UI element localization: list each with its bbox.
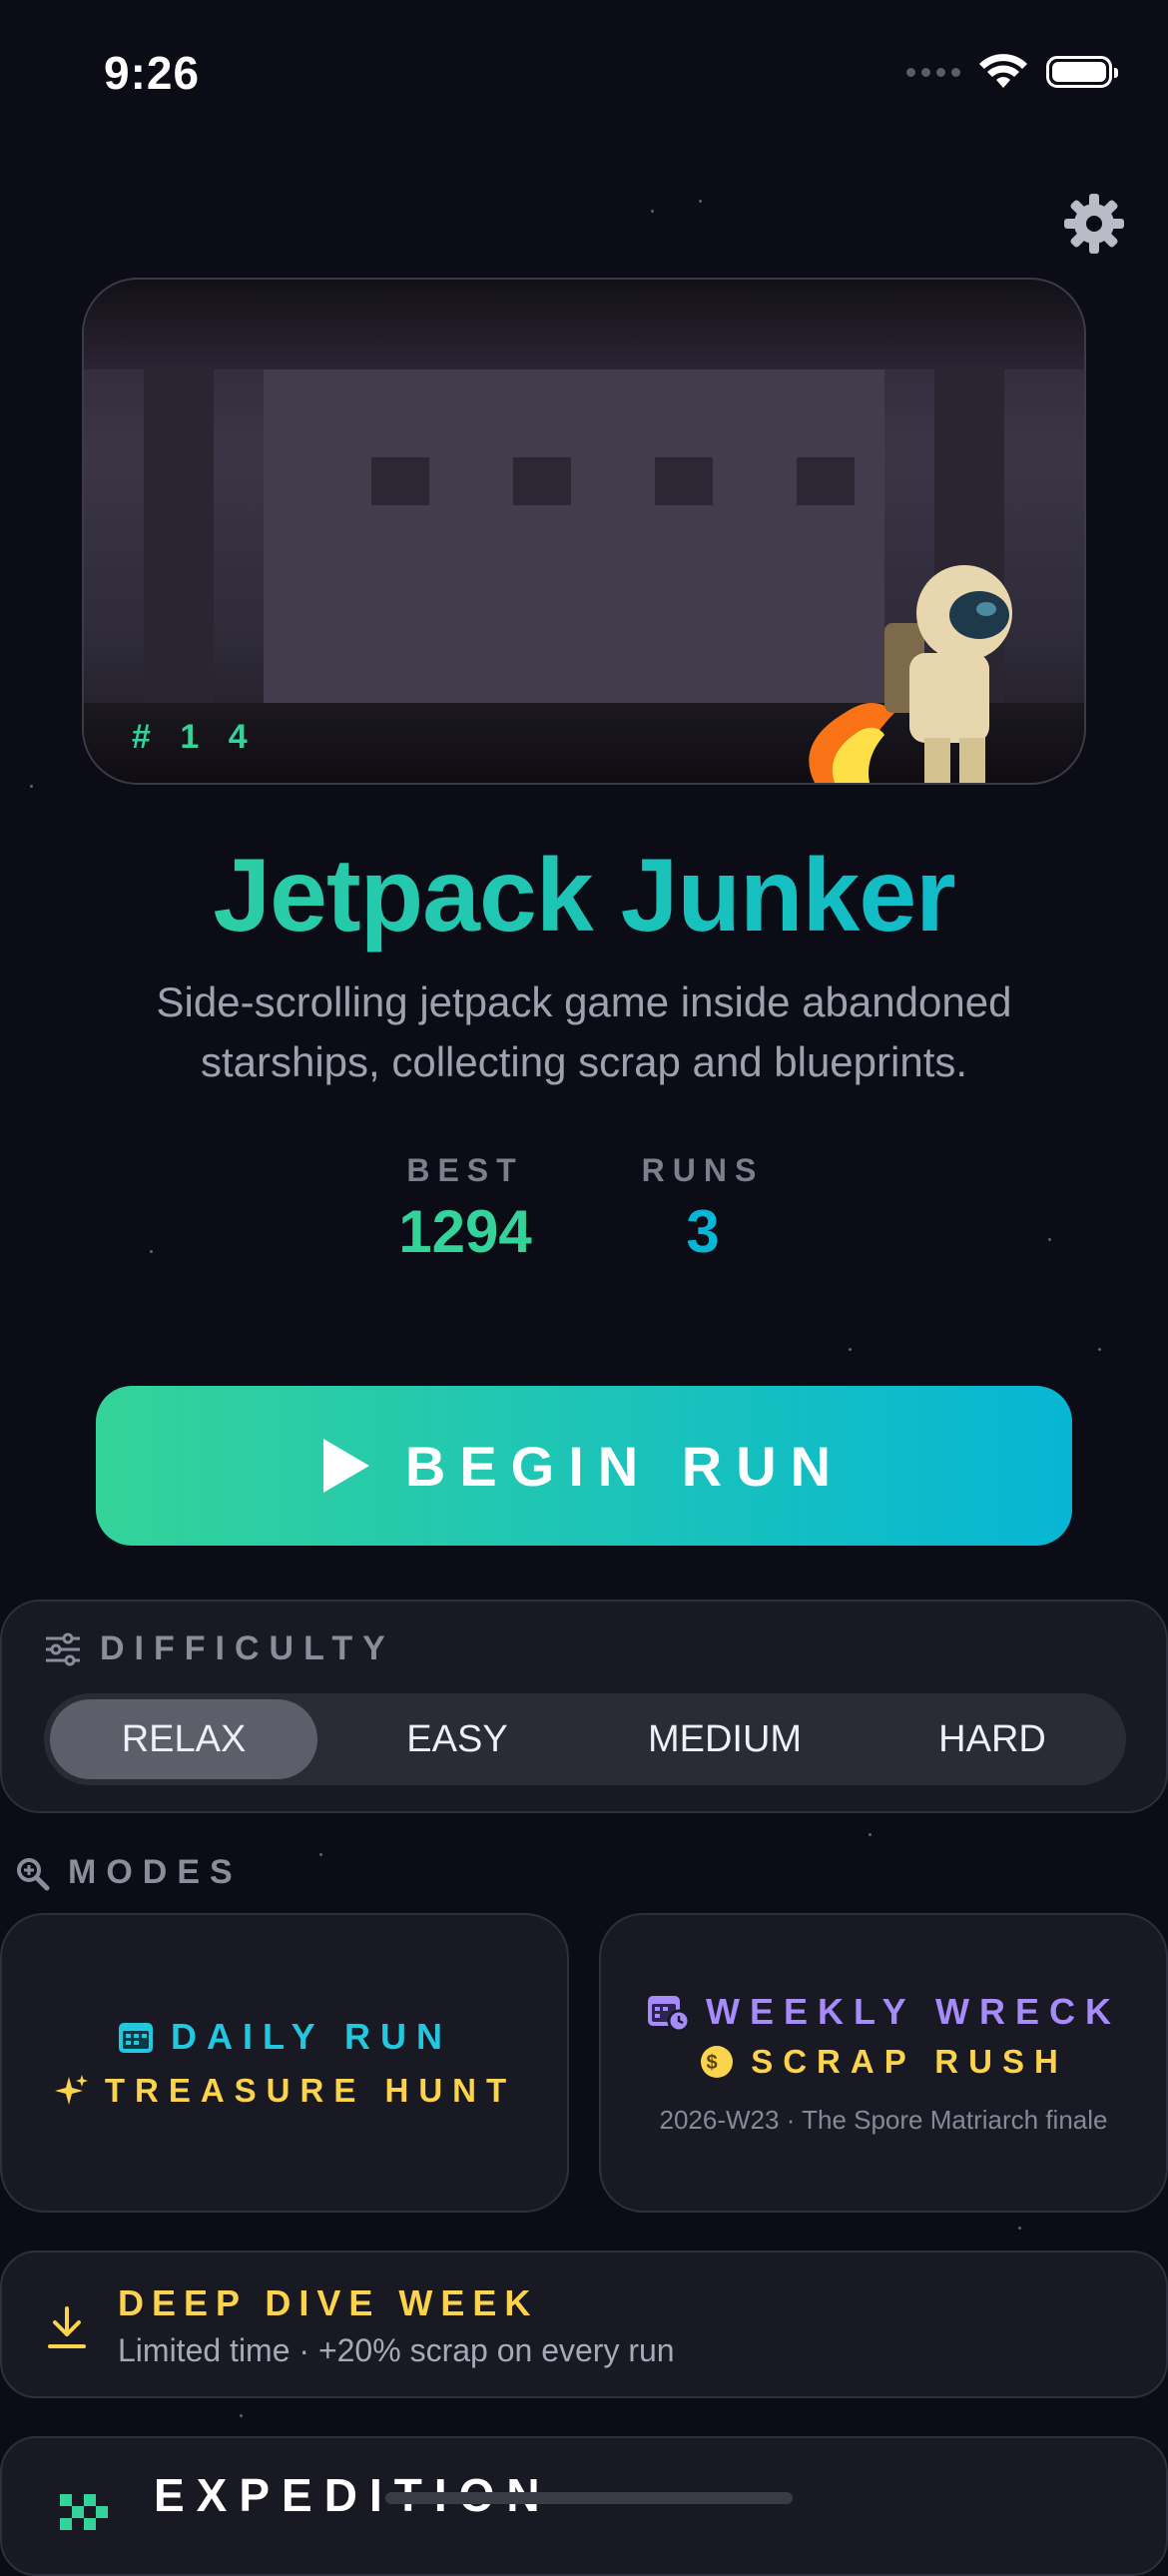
- battery-icon: [1046, 56, 1118, 88]
- best-label: BEST: [406, 1152, 524, 1188]
- level-tag: # 1 4: [132, 718, 258, 756]
- weekly-wreck-label: WEEKLY WRECK: [705, 1990, 1122, 2032]
- runs-label: RUNS: [641, 1152, 765, 1188]
- expedition-card[interactable]: EXPEDITION: [0, 2436, 1168, 2576]
- weekly-wreck-line: WEEKLY WRECK: [601, 1991, 1166, 2033]
- runs-value: 3: [686, 1198, 720, 1265]
- modes-heading: MODES: [14, 1853, 243, 1892]
- difficulty-option-medium[interactable]: MEDIUM: [591, 1693, 859, 1785]
- wifi-icon: [979, 54, 1027, 88]
- deep-dive-title: DEEP DIVE WEEK: [118, 2282, 539, 2323]
- difficulty-option-relax[interactable]: RELAX: [50, 1699, 317, 1779]
- game-hero-artwork: # 1 4: [82, 278, 1086, 785]
- play-icon: [322, 1439, 369, 1493]
- game-subtitle: Side-scrolling jetpack game inside aband…: [156, 978, 1012, 1085]
- begin-run-button[interactable]: BEGIN RUN: [96, 1386, 1072, 1546]
- coin-icon: $: [701, 2045, 734, 2078]
- signal-icon: [906, 67, 960, 77]
- difficulty-option-easy[interactable]: EASY: [323, 1693, 591, 1785]
- best-value: 1294: [398, 1198, 532, 1265]
- daily-run-label: DAILY RUN: [170, 2016, 453, 2057]
- astronaut-jetpack-sprite: [809, 565, 1012, 783]
- scrap-rush-label: SCRAP RUSH: [751, 2042, 1068, 2080]
- daily-run-card[interactable]: DAILY RUN TREASURE HUNT: [0, 1913, 569, 2213]
- game-title: Jetpack Junker: [0, 837, 1168, 956]
- runs-stat: RUNS 3: [633, 1152, 773, 1266]
- status-indicators: [906, 54, 1118, 90]
- checkered-flag-icon: [60, 2494, 108, 2530]
- weekly-wreck-subtitle: 2026-W23 · The Spore Matriarch finale: [659, 2104, 1108, 2135]
- difficulty-panel: DIFFICULTY RELAX EASY MEDIUM HARD: [0, 1600, 1168, 1813]
- calendar-clock-icon: [647, 1995, 690, 2032]
- sparkle-icon: [54, 2075, 88, 2105]
- treasure-hunt-label: TREASURE HUNT: [104, 2072, 517, 2109]
- weekly-wreck-card[interactable]: WEEKLY WRECK $ SCRAP RUSH 2026-W23 · The…: [599, 1913, 1168, 2213]
- difficulty-option-hard[interactable]: HARD: [859, 1693, 1126, 1785]
- home-indicator: [385, 2492, 793, 2504]
- begin-run-label: BEGIN RUN: [404, 1434, 846, 1498]
- difficulty-heading-label: DIFFICULTY: [100, 1629, 395, 1667]
- deep-dive-subtitle: Limited time · +20% scrap on every run: [118, 2332, 675, 2368]
- modes-heading-label: MODES: [68, 1853, 243, 1891]
- calendar-icon: [118, 2023, 153, 2053]
- search-icon: [17, 1857, 50, 1890]
- treasure-hunt-line: TREASURE HUNT: [2, 2072, 567, 2110]
- scrap-rush-line: $ SCRAP RUSH: [601, 2043, 1166, 2081]
- difficulty-segmented-control: RELAX EASY MEDIUM HARD: [44, 1693, 1126, 1785]
- gear-icon[interactable]: [1062, 192, 1126, 256]
- status-time: 9:26: [104, 47, 201, 99]
- difficulty-heading: DIFFICULTY: [44, 1629, 395, 1668]
- sliders-icon: [46, 1632, 80, 1665]
- daily-run-line: DAILY RUN: [2, 2016, 567, 2058]
- svg-text:$: $: [707, 2052, 728, 2074]
- best-stat: BEST 1294: [395, 1152, 535, 1266]
- download-icon: [48, 2306, 86, 2348]
- deep-dive-week-banner[interactable]: DEEP DIVE WEEK Limited time · +20% scrap…: [0, 2251, 1168, 2398]
